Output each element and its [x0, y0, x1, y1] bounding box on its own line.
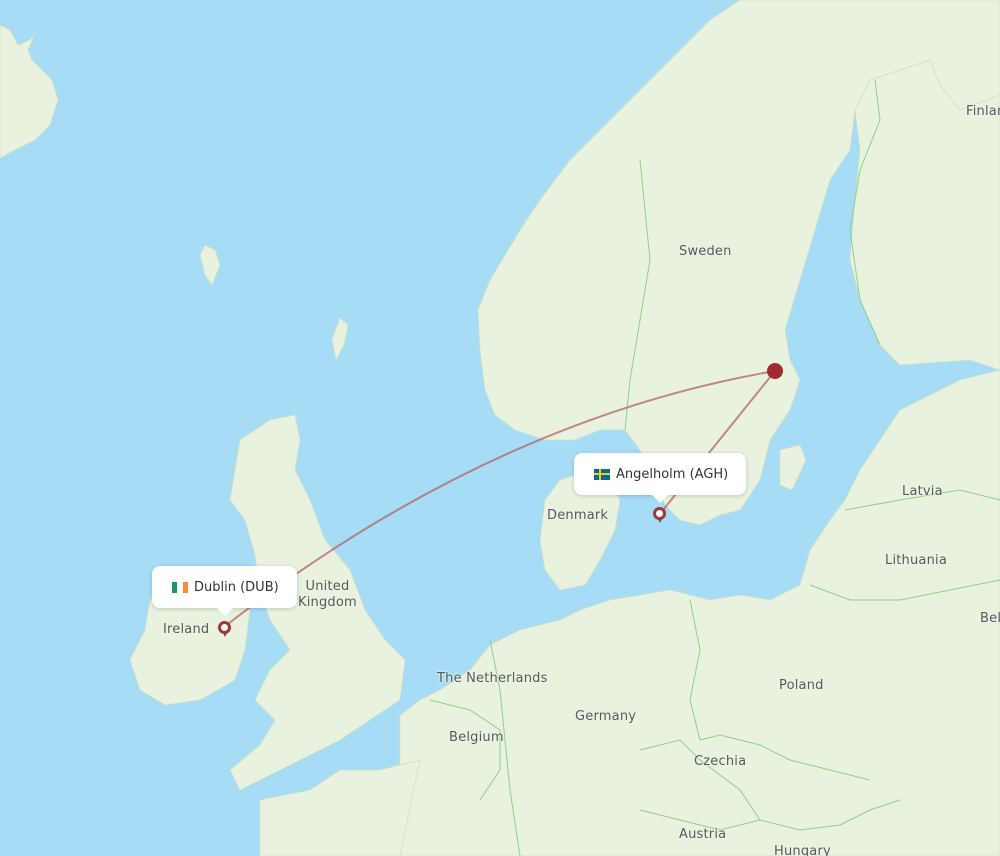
destination-airport-callout[interactable]: Angelholm (AGH): [574, 453, 746, 503]
country-label-united-kingdom: United Kingdom: [298, 579, 357, 611]
destination-airport-label: Angelholm (AGH): [616, 466, 729, 482]
country-label-finland: Finlan: [966, 104, 1000, 119]
route-map[interactable]: Sweden Finlan Latvia Lithuania Bel Denma…: [0, 0, 1000, 856]
country-label-belarus: Bel: [980, 611, 1000, 626]
country-label-lithuania: Lithuania: [885, 553, 948, 568]
country-label-czechia: Czechia: [694, 754, 747, 769]
country-label-austria: Austria: [679, 827, 727, 842]
origin-airport-callout[interactable]: Dublin (DUB): [152, 566, 297, 616]
ireland-flag-icon: [172, 581, 188, 593]
country-label-hungary: Hungary: [774, 844, 831, 856]
country-label-germany: Germany: [575, 709, 637, 724]
country-label-poland: Poland: [779, 678, 824, 693]
country-label-belgium: Belgium: [449, 730, 504, 745]
route-lines: [223, 370, 776, 628]
origin-airport-marker[interactable]: [218, 621, 231, 637]
connection-hub-marker[interactable]: [767, 363, 783, 379]
country-label-ireland: Ireland: [163, 622, 210, 637]
destination-airport-marker[interactable]: [653, 507, 666, 523]
country-label-denmark: Denmark: [547, 508, 609, 523]
country-label-sweden: Sweden: [679, 244, 732, 259]
sweden-flag-icon: [594, 468, 610, 480]
country-label-latvia: Latvia: [902, 484, 943, 499]
country-label-netherlands: The Netherlands: [437, 671, 548, 686]
origin-airport-label: Dublin (DUB): [194, 579, 279, 595]
